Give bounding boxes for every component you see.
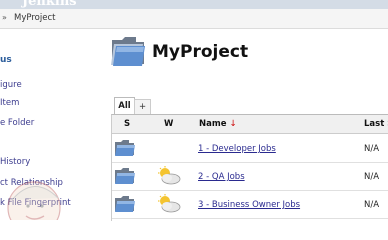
sidebar-item-build-history[interactable]: History [0, 157, 30, 167]
jobs-table: S W Name ↓ Last S 1 - Developer Jobs N/A… [111, 114, 388, 221]
last-success-value: N/A [364, 144, 380, 154]
add-view-tab[interactable]: + [134, 99, 151, 115]
page-title: MyProject [152, 42, 249, 62]
folder-icon [115, 196, 135, 212]
table-row: 2 - QA Jobs N/A [112, 162, 388, 191]
sidebar-item-configure[interactable]: igure [0, 80, 22, 90]
column-header-weather[interactable]: W [164, 119, 173, 129]
sort-arrow-icon: ↓ [229, 119, 237, 129]
last-success-value: N/A [364, 172, 380, 182]
breadcrumb: » MyProject [0, 9, 388, 29]
breadcrumb-separator: » [2, 13, 7, 22]
folder-icon [115, 168, 135, 184]
sidebar-item-delete-folder[interactable]: e Folder [0, 118, 34, 128]
job-link[interactable]: 1 - Developer Jobs [198, 144, 276, 154]
breadcrumb-item-project[interactable]: MyProject [14, 13, 55, 23]
folder-icon [115, 140, 135, 156]
weather-cloudy-icon [158, 194, 181, 213]
table-header-row: S W Name ↓ Last S [112, 115, 388, 134]
column-header-name[interactable]: Name ↓ [199, 119, 237, 129]
table-row: 3 - Business Owner Jobs N/A [112, 190, 388, 219]
sidebar-item-new-item[interactable]: Item [0, 98, 19, 108]
page-header: Jenkins [0, 0, 388, 9]
folder-icon [111, 37, 145, 66]
job-link[interactable]: 3 - Business Owner Jobs [198, 200, 300, 210]
sidebar-heading: us [0, 55, 12, 65]
table-row: 1 - Developer Jobs N/A [112, 134, 388, 163]
weather-cloudy-icon [158, 166, 181, 185]
column-header-last-success[interactable]: Last S [364, 119, 388, 129]
jenkins-butler-logo [7, 181, 61, 220]
header-logo[interactable]: Jenkins [22, 0, 77, 9]
last-success-value: N/A [364, 200, 380, 210]
column-header-name-label: Name [199, 119, 227, 129]
column-header-status[interactable]: S [124, 119, 130, 129]
tab-all[interactable]: All [114, 97, 135, 115]
job-link[interactable]: 2 - QA Jobs [198, 172, 245, 182]
